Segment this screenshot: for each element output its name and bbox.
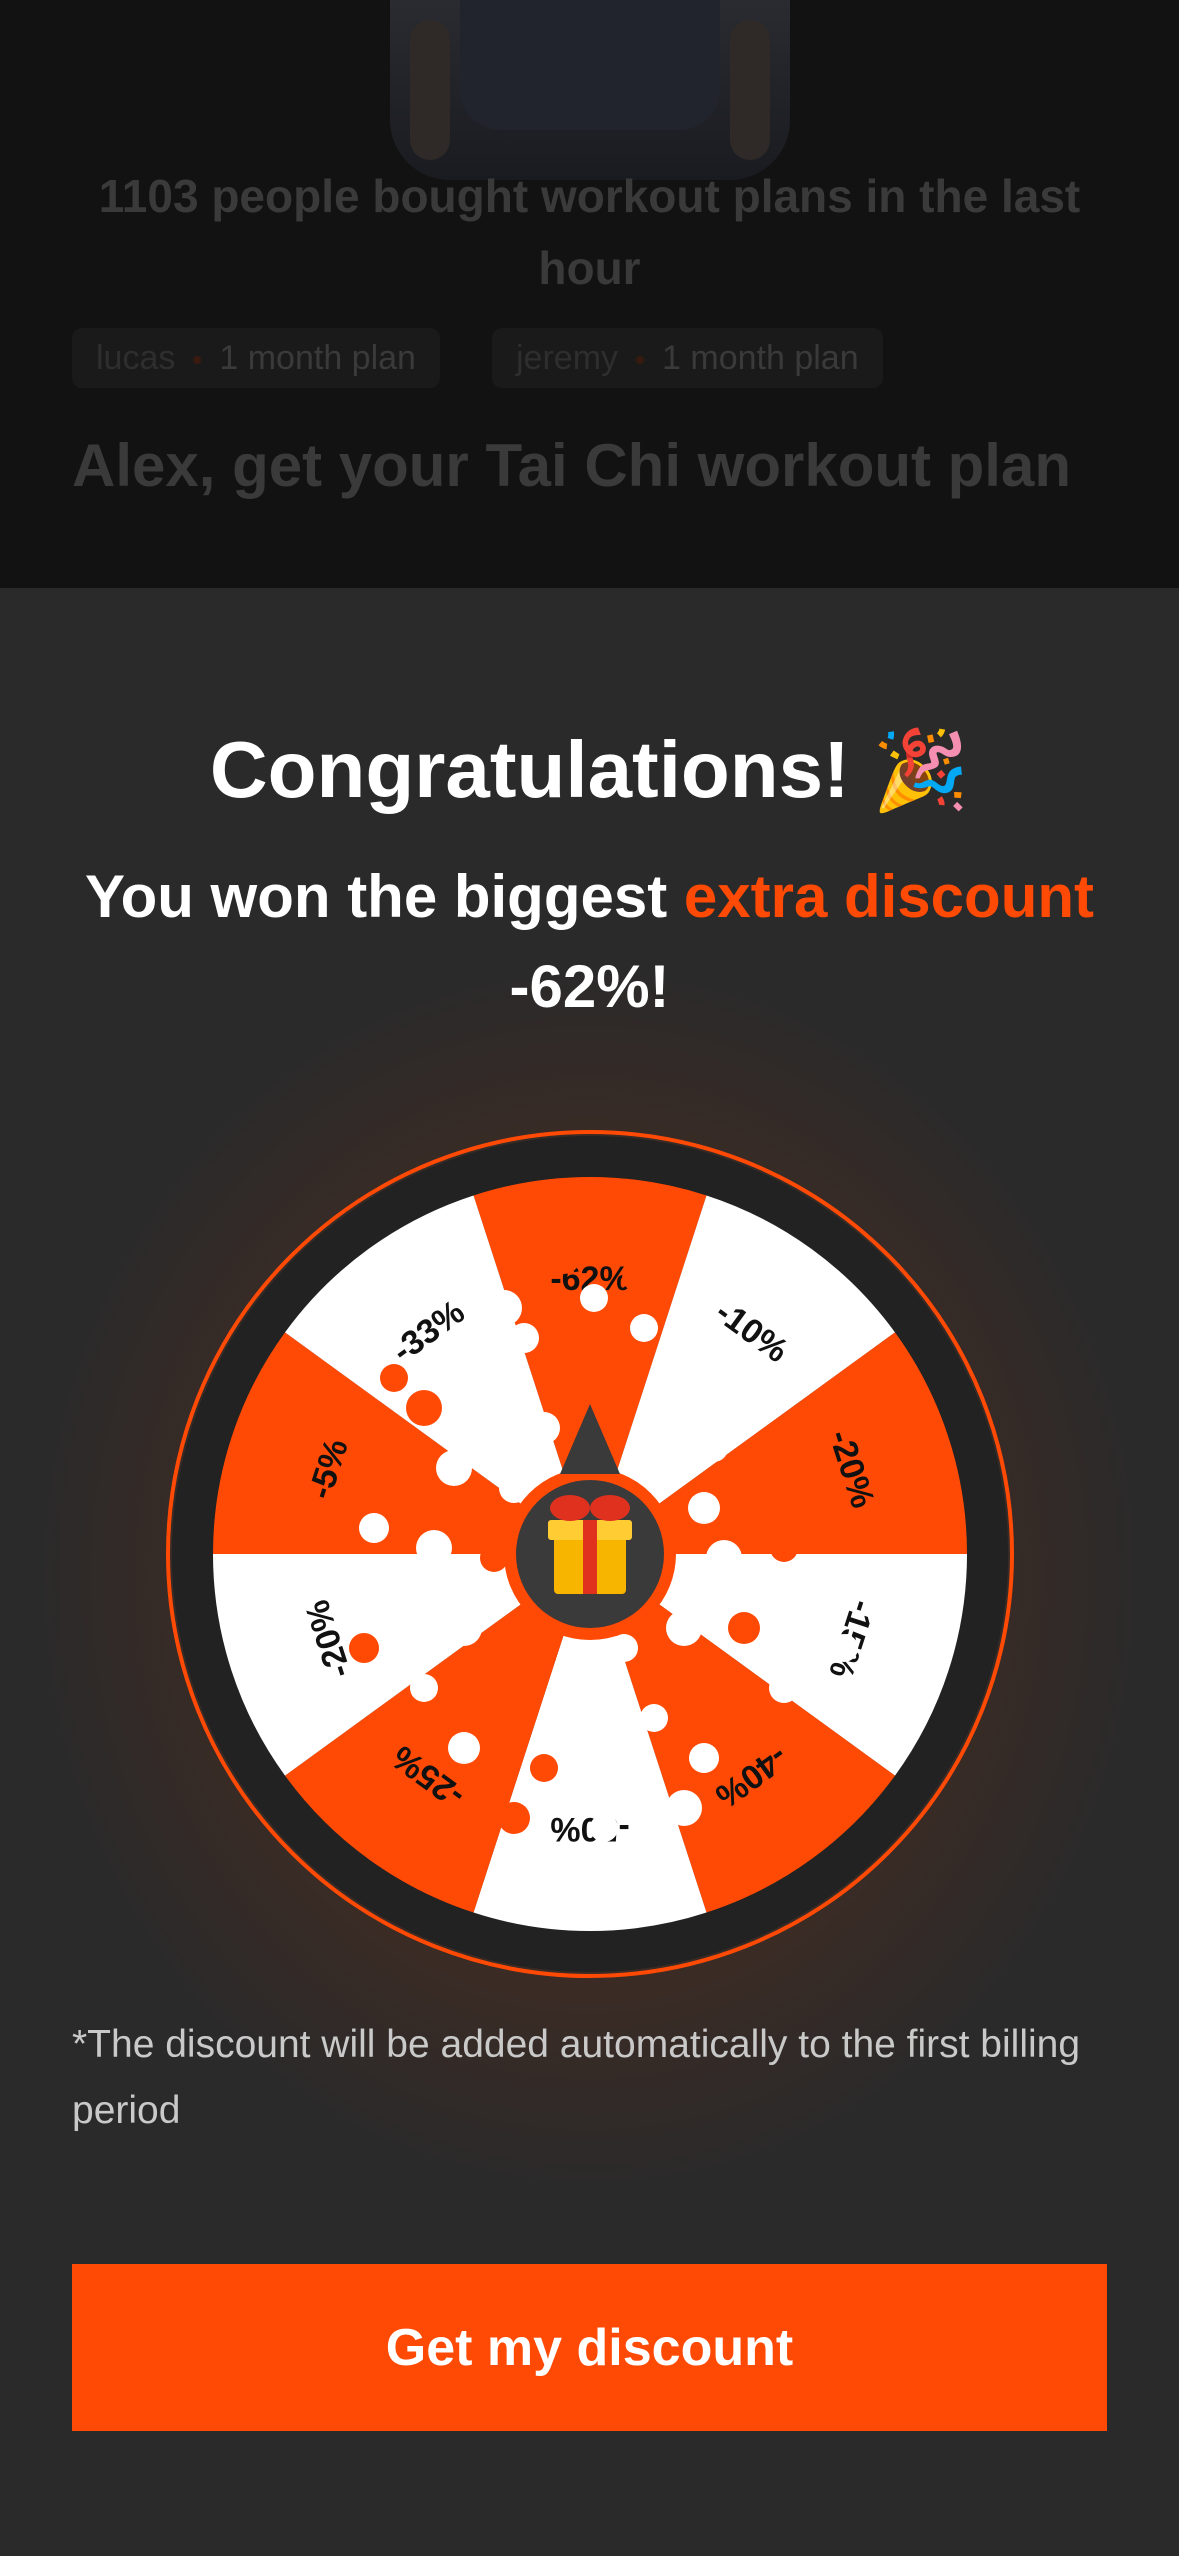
chip-user: lucas: [96, 339, 176, 377]
confetti-dot: [769, 1673, 799, 1703]
gift-icon-bow: [590, 1495, 630, 1521]
confetti-dot: [410, 1674, 438, 1702]
confetti-dot: [498, 1802, 530, 1834]
confetti-dot: [548, 1242, 580, 1274]
message-accent: extra discount: [683, 863, 1094, 930]
confetti-dot: [750, 1474, 778, 1502]
confetti-dot: [700, 1434, 728, 1462]
hero-image: [390, 0, 790, 180]
confetti-dot: [590, 1814, 618, 1842]
confetti-dot: [476, 1680, 512, 1716]
chip-plan: 1 month plan: [219, 339, 416, 377]
confetti-dot: [706, 1540, 742, 1576]
confetti-dot: [666, 1790, 702, 1826]
fortune-wheel: -62%-10%-20%-15%-40%-50%-25%-20%-5%-33%: [164, 1128, 1016, 1980]
recent-purchase-chip: lucas 1 month plan: [72, 328, 440, 388]
confetti-dot: [720, 1344, 748, 1372]
confetti-dot: [596, 1390, 632, 1426]
confetti-dot: [378, 1442, 410, 1474]
message-suffix: -62%!: [509, 953, 670, 1020]
confetti-dot: [388, 1592, 420, 1624]
confetti-dot: [416, 1530, 452, 1566]
party-popper-icon: 🎉: [872, 726, 970, 814]
message-prefix: You won the biggest: [85, 863, 668, 930]
confetti-dot: [610, 1634, 638, 1662]
confetti-dot: [486, 1290, 522, 1326]
discount-sheet: Congratulations! 🎉 You won the biggest e…: [0, 588, 1179, 2556]
confetti-dot: [509, 1323, 539, 1353]
confetti-dot: [566, 1330, 602, 1366]
confetti-dot: [568, 1692, 600, 1724]
confetti-dot: [606, 1750, 642, 1786]
confetti-dot: [380, 1364, 408, 1392]
confetti-dot: [799, 1583, 829, 1613]
confetti-dot: [688, 1492, 720, 1524]
confetti-dot: [349, 1633, 379, 1663]
confetti-dot: [446, 1340, 482, 1376]
gift-icon-bow: [550, 1495, 590, 1521]
confetti-dot: [689, 1743, 719, 1773]
confetti-dot: [668, 1362, 700, 1394]
confetti-dot: [530, 1754, 558, 1782]
congrats-title: Congratulations! 🎉: [0, 720, 1179, 820]
confetti-dot: [448, 1732, 480, 1764]
congrats-text: Congratulations!: [209, 725, 850, 814]
get-discount-button[interactable]: Get my discount: [72, 2264, 1107, 2431]
discount-footnote: *The discount will be added automaticall…: [72, 2023, 1081, 2132]
confetti-dot: [770, 1534, 798, 1562]
confetti-dot: [630, 1314, 658, 1342]
won-discount-message: You won the biggest extra discount -62%!: [80, 852, 1099, 1032]
purchase-counter-headline: 1103 people bought workout plans in the …: [98, 170, 1081, 294]
fortune-wheel-graphic: -62%-10%-20%-15%-40%-50%-25%-20%-5%-33%: [166, 1130, 1014, 1978]
confetti-dot: [830, 1634, 858, 1662]
background-page: 1103 people bought workout plans in the …: [0, 0, 1179, 588]
confetti-dot: [666, 1610, 702, 1646]
confetti-dot: [406, 1390, 442, 1426]
confetti-dot: [728, 1612, 760, 1644]
page-title: Alex, get your Tai Chi workout plan: [72, 432, 1071, 499]
confetti-dot: [359, 1513, 389, 1543]
gift-icon-ribbon: [583, 1520, 597, 1594]
confetti-dot: [580, 1284, 608, 1312]
chip-plan: 1 month plan: [662, 339, 859, 377]
confetti-dot: [470, 1384, 498, 1412]
confetti-dot: [528, 1412, 560, 1444]
confetti-dot: [509, 1623, 539, 1653]
confetti-dot: [480, 1544, 508, 1572]
confetti-dot: [706, 1680, 742, 1716]
confetti-dot: [446, 1610, 482, 1646]
confetti-dot: [436, 1450, 472, 1486]
confetti-dot: [622, 1266, 646, 1290]
recent-purchase-chip: jeremy 1 month plan: [492, 328, 883, 388]
confetti-dot: [649, 1413, 679, 1443]
confetti-dot: [640, 1704, 668, 1732]
chip-user: jeremy: [516, 339, 619, 377]
